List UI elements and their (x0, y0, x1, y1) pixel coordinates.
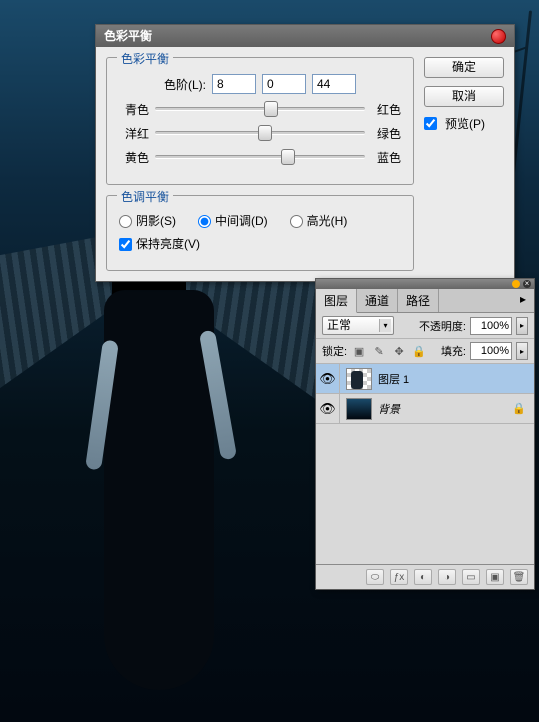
cyan-label: 青色 (119, 101, 149, 118)
cyan-red-slider[interactable] (155, 100, 365, 118)
opacity-stepper[interactable]: ▸ (516, 317, 528, 335)
group-legend: 色彩平衡 (117, 50, 173, 67)
color-balance-dialog: 色彩平衡 色彩平衡 色阶(L): 青色 红色 洋红 绿色 黄色 蓝色 色调平衡 阴影(… (95, 24, 515, 282)
color-balance-group: 色彩平衡 色阶(L): 青色红色 洋红绿色 黄色蓝色 (106, 57, 414, 185)
lock-icon: 🔒 (512, 402, 526, 415)
panel-footer: ⬭ ƒx ◐ ◑ ▭ ▣ 🗑 (316, 564, 534, 589)
fill-input[interactable]: 100% (470, 342, 512, 360)
layer-item[interactable]: 👁 背景 🔒 (316, 394, 534, 424)
fill-stepper[interactable]: ▸ (516, 342, 528, 360)
panel-tabs: 图层 通道 路径 ▸ (316, 289, 534, 313)
green-label: 绿色 (371, 125, 401, 142)
layers-panel: × 图层 通道 路径 ▸ 正常▾ 不透明度: 100% ▸ 锁定: ▣ ✎ ✥ … (315, 278, 535, 590)
layer-name[interactable]: 图层 1 (378, 371, 534, 387)
panel-close-icon[interactable]: × (523, 280, 531, 288)
highlights-radio[interactable]: 高光(H) (290, 212, 348, 229)
shadows-radio[interactable]: 阴影(S) (119, 212, 176, 229)
magenta-green-slider[interactable] (155, 124, 365, 142)
tab-paths[interactable]: 路径 (398, 289, 439, 312)
preserve-luminosity-checkbox[interactable]: 保持亮度(V) (119, 235, 200, 252)
tab-channels[interactable]: 通道 (357, 289, 398, 312)
panel-grip[interactable]: × (316, 279, 534, 289)
dialog-title: 色彩平衡 (104, 25, 152, 47)
panel-menu-icon[interactable]: ▸ (512, 289, 534, 312)
group-icon[interactable]: ▭ (462, 569, 480, 585)
lock-label: 锁定: (322, 343, 347, 359)
lock-all-icon[interactable]: 🔒 (411, 343, 427, 359)
blend-mode-select[interactable]: 正常▾ (322, 316, 394, 335)
dialog-titlebar[interactable]: 色彩平衡 (96, 25, 514, 47)
yellow-blue-slider[interactable] (155, 148, 365, 166)
lock-move-icon[interactable]: ✥ (391, 343, 407, 359)
close-icon[interactable] (491, 29, 506, 44)
blue-label: 蓝色 (371, 149, 401, 166)
midtones-radio[interactable]: 中间调(D) (198, 212, 268, 229)
tone-legend: 色调平衡 (117, 188, 173, 205)
level-input-2[interactable] (262, 74, 306, 94)
layer-name[interactable]: 背景 (378, 401, 512, 417)
magenta-label: 洋红 (119, 125, 149, 142)
visibility-icon[interactable]: 👁 (316, 394, 340, 423)
red-label: 红色 (371, 101, 401, 118)
trash-icon[interactable]: 🗑 (510, 569, 528, 585)
level-input-1[interactable] (212, 74, 256, 94)
layer-item[interactable]: 👁 图层 1 (316, 364, 534, 394)
preview-checkbox[interactable]: 预览(P) (424, 115, 504, 132)
layer-style-icon[interactable]: ƒx (390, 569, 408, 585)
tab-layers[interactable]: 图层 (316, 289, 357, 313)
lock-paint-icon[interactable]: ✎ (371, 343, 387, 359)
visibility-icon[interactable]: 👁 (316, 364, 340, 393)
fill-label: 填充: (441, 343, 466, 359)
layer-thumbnail[interactable] (346, 398, 372, 420)
levels-label: 色阶(L): (164, 76, 206, 93)
layer-list: 👁 图层 1 👁 背景 🔒 (316, 364, 534, 564)
lock-transparent-icon[interactable]: ▣ (351, 343, 367, 359)
opacity-input[interactable]: 100% (470, 317, 512, 335)
new-layer-icon[interactable]: ▣ (486, 569, 504, 585)
layer-mask-icon[interactable]: ◐ (414, 569, 432, 585)
ok-button[interactable]: 确定 (424, 57, 504, 78)
adjustment-layer-icon[interactable]: ◑ (438, 569, 456, 585)
chevron-down-icon: ▾ (379, 319, 391, 332)
link-layers-icon[interactable]: ⬭ (366, 569, 384, 585)
tone-balance-group: 色调平衡 阴影(S) 中间调(D) 高光(H) 保持亮度(V) (106, 195, 414, 271)
cancel-button[interactable]: 取消 (424, 86, 504, 107)
opacity-label: 不透明度: (419, 318, 466, 334)
minimize-icon[interactable] (512, 280, 520, 288)
layer-thumbnail[interactable] (346, 368, 372, 390)
level-input-3[interactable] (312, 74, 356, 94)
yellow-label: 黄色 (119, 149, 149, 166)
